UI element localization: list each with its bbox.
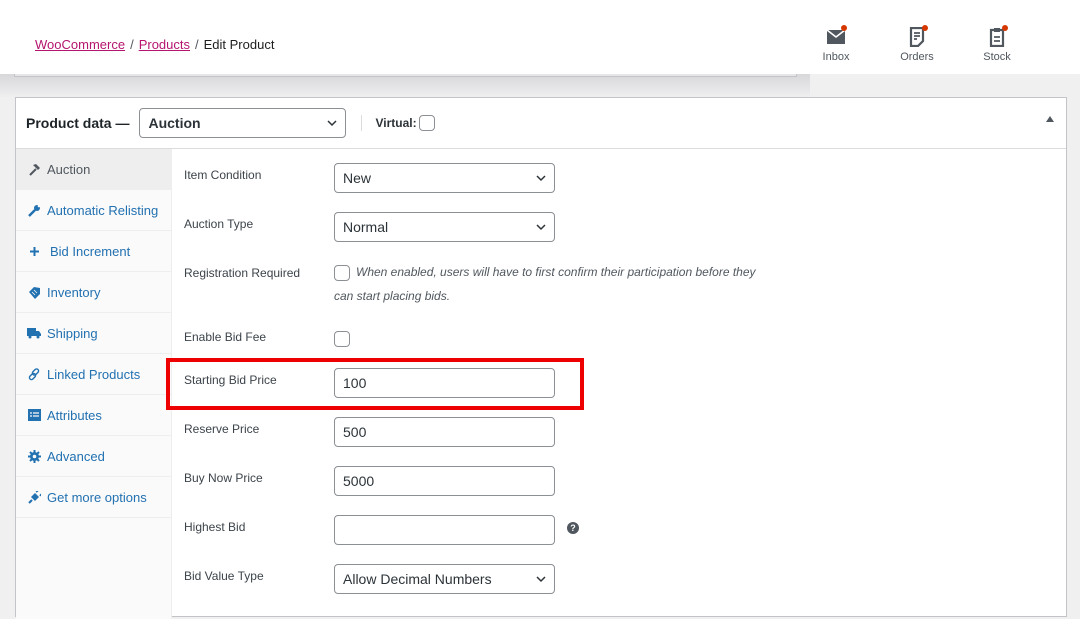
product-data-tabs: Auction Automatic Relisting Bid Incremen…: [16, 149, 172, 619]
buy-now-price-label: Buy Now Price: [184, 471, 263, 485]
tab-bid-increment[interactable]: Bid Increment: [16, 231, 171, 272]
item-condition-label: Item Condition: [184, 168, 262, 182]
tab-label: Shipping: [47, 325, 98, 341]
tab-get-more-options[interactable]: Get more options: [16, 477, 171, 518]
tab-attributes[interactable]: Attributes: [16, 395, 171, 436]
notification-dot: [1002, 25, 1008, 31]
breadcrumb-separator: /: [130, 37, 134, 52]
bid-value-type-select[interactable]: Allow Decimal Numbers: [334, 564, 555, 594]
envelope-icon: [826, 29, 846, 44]
top-header: WooCommerce / Products / Edit Product Inbox …: [0, 0, 1080, 74]
orders-button[interactable]: Orders: [887, 25, 947, 63]
tab-automatic-relisting[interactable]: Automatic Relisting: [16, 190, 171, 231]
product-data-panel: Product data — Auction Virtual: Auction …: [15, 97, 1067, 619]
wrench-icon: [27, 204, 40, 217]
stock-button[interactable]: Stock: [967, 25, 1027, 63]
buy-now-price-value: 5000: [343, 473, 375, 489]
breadcrumb: WooCommerce / Products / Edit Product: [35, 37, 274, 52]
auction-type-value: Normal: [343, 219, 389, 235]
list-icon: [27, 409, 41, 421]
chevron-down-icon: [536, 576, 546, 583]
product-type-value: Auction: [148, 115, 201, 131]
enable-bid-fee-checkbox[interactable]: [334, 331, 350, 347]
item-condition-select[interactable]: New: [334, 163, 555, 193]
reserve-price-value: 500: [343, 424, 367, 440]
product-type-select[interactable]: Auction: [139, 108, 347, 138]
header-edge: [14, 74, 797, 77]
virtual-option: Virtual:: [375, 115, 435, 131]
auction-type-label: Auction Type: [184, 217, 254, 231]
tab-label: Linked Products: [47, 366, 141, 382]
divider: [361, 115, 363, 131]
tab-advanced[interactable]: Advanced: [16, 436, 171, 477]
plus-icon: [29, 246, 39, 256]
panel-title: Product data —: [26, 115, 130, 131]
bid-value-type-value: Allow Decimal Numbers: [343, 571, 492, 587]
inbox-label: Inbox: [822, 51, 850, 63]
reserve-price-label: Reserve Price: [184, 422, 260, 436]
tab-shipping[interactable]: Shipping: [16, 313, 171, 354]
plugin-icon: [27, 490, 41, 504]
stock-label: Stock: [983, 51, 1011, 63]
tab-auction[interactable]: Auction: [16, 149, 171, 190]
highest-bid-label: Highest Bid: [184, 520, 246, 534]
highlight-annotation-box: [166, 358, 584, 410]
virtual-label: Virtual:: [375, 116, 417, 130]
enable-bid-fee-label: Enable Bid Fee: [184, 330, 267, 344]
header-shadow: [0, 74, 810, 98]
tab-inventory[interactable]: Inventory: [16, 272, 171, 313]
highest-bid-input[interactable]: [334, 515, 555, 545]
collapse-toggle-icon[interactable]: [1046, 116, 1054, 122]
tag-icon: [28, 286, 40, 299]
breadcrumb-woocommerce[interactable]: WooCommerce: [35, 37, 125, 52]
registration-required-control: When enabled, users will have to first c…: [334, 260, 774, 308]
tab-label: Get more options: [47, 489, 147, 505]
reserve-price-input[interactable]: 500: [334, 417, 555, 447]
tab-label: Inventory: [47, 284, 101, 300]
hammer-icon: [28, 163, 40, 176]
help-icon[interactable]: ?: [567, 522, 579, 534]
breadcrumb-separator: /: [195, 37, 199, 52]
breadcrumb-current: Edit Product: [203, 37, 275, 52]
truck-icon: [27, 328, 41, 339]
tab-label: Attributes: [47, 407, 102, 423]
chevron-down-icon: [536, 175, 546, 182]
tab-label: Advanced: [47, 448, 105, 464]
registration-required-description: When enabled, users will have to first c…: [334, 265, 756, 303]
orders-label: Orders: [900, 51, 934, 63]
registration-required-checkbox[interactable]: [334, 264, 350, 281]
panel-header: Product data — Auction Virtual:: [16, 98, 1066, 149]
notification-dot: [922, 25, 928, 31]
tab-label: Auction: [47, 161, 91, 177]
bid-value-type-label: Bid Value Type: [184, 569, 264, 583]
virtual-checkbox[interactable]: [418, 115, 435, 131]
breadcrumb-products[interactable]: Products: [139, 37, 190, 52]
registration-required-label: Registration Required: [184, 266, 301, 280]
tab-label: Automatic Relisting: [47, 202, 159, 218]
auction-type-select[interactable]: Normal: [334, 212, 555, 242]
tab-label: Bid Increment: [50, 243, 131, 259]
tab-linked-products[interactable]: Linked Products: [16, 354, 171, 395]
gear-icon: [27, 449, 41, 463]
item-condition-value: New: [343, 170, 372, 186]
chevron-down-icon: [536, 224, 546, 231]
chevron-down-icon: [327, 120, 337, 127]
buy-now-price-input[interactable]: 5000: [334, 466, 555, 496]
link-icon: [28, 367, 39, 380]
inbox-button[interactable]: Inbox: [806, 25, 866, 63]
notification-dot: [841, 25, 847, 31]
